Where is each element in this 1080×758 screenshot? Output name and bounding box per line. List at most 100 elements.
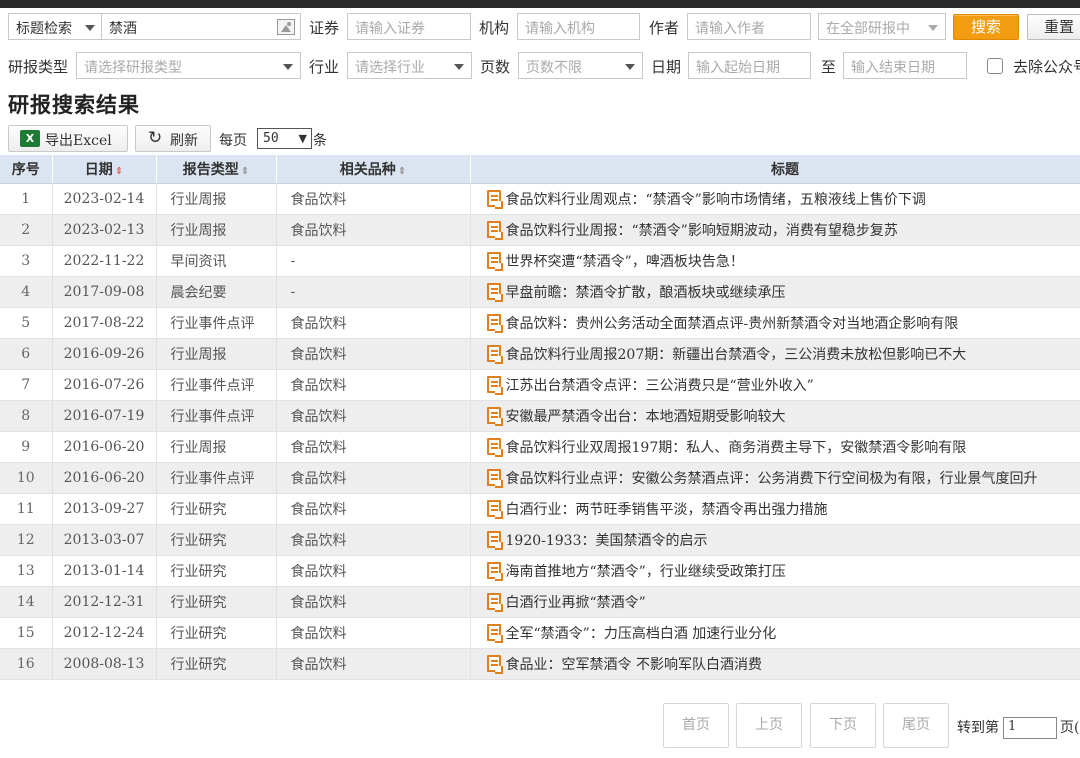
- row-title-cell[interactable]: 世界杯突遭“禁酒令”，啤酒板块告急！: [470, 245, 1080, 277]
- per-page-select[interactable]: 50 ▼: [257, 128, 312, 149]
- table-row[interactable]: 11 2013-09-27 行业研究 食品饮料 白酒行业：两节旺季销售平淡，禁酒令再出强…: [0, 493, 1080, 525]
- table-row[interactable]: 14 2012-12-31 行业研究 食品饮料 白酒行业再掀“禁酒令”: [0, 586, 1080, 618]
- row-title-cell[interactable]: 食品饮料：贵州公务活动全面禁酒点评-贵州新禁酒令对当地酒企影响有限: [470, 307, 1080, 339]
- row-title-cell[interactable]: 江苏出台禁酒令点评：三公消费只是“营业外收入”: [470, 369, 1080, 401]
- row-title[interactable]: 世界杯突遭“禁酒令”，啤酒板块告急！: [506, 254, 744, 270]
- row-title[interactable]: 海南首推地方“禁酒令”，行业继续受政策打压: [506, 564, 786, 580]
- table-row[interactable]: 16 2008-08-13 行业研究 食品饮料 食品业：空军禁酒令 不影响军队白酒消费: [0, 648, 1080, 680]
- org-input[interactable]: 请输入机构: [517, 13, 640, 40]
- report-type-select[interactable]: 请选择研报类型: [76, 52, 301, 79]
- table-row[interactable]: 8 2016-07-19 行业事件点评 食品饮料 安徽最严禁酒令出台：本地酒短期受影响较…: [0, 400, 1080, 432]
- row-title-cell[interactable]: 海南首推地方“禁酒令”，行业继续受政策打压: [470, 555, 1080, 587]
- table-row[interactable]: 13 2013-01-14 行业研究 食品饮料 海南首推地方“禁酒令”，行业继续受政策打…: [0, 555, 1080, 587]
- row-title[interactable]: 早盘前瞻：禁酒令扩散，酿酒板块或继续承压: [506, 285, 786, 301]
- document-icon: [486, 561, 503, 581]
- table-row[interactable]: 7 2016-07-26 行业事件点评 食品饮料 江苏出台禁酒令点评：三公消费只是“营业…: [0, 369, 1080, 401]
- scope-value: 在全部研报中: [826, 21, 910, 37]
- row-index: 13: [0, 555, 53, 587]
- row-title[interactable]: 食品饮料行业双周报197期：私人、商务消费主导下，安徽禁酒令影响有限: [506, 440, 967, 456]
- security-input[interactable]: 请输入证券: [347, 13, 471, 40]
- export-excel-button[interactable]: X 导出Excel: [8, 125, 128, 152]
- row-title[interactable]: 安徽最严禁酒令出台：本地酒短期受影响较大: [506, 409, 786, 425]
- row-title-cell[interactable]: 安徽最严禁酒令出台：本地酒短期受影响较大: [470, 400, 1080, 432]
- filter-row: 研报类型 请选择研报类型 行业 请选择行业 页数 页数不限 日期 输入起始日期 …: [0, 52, 1080, 82]
- row-date: 2013-09-27: [52, 493, 157, 525]
- row-title[interactable]: 全军“禁酒令”：力压高档白酒 加速行业分化: [506, 626, 777, 642]
- row-title-cell[interactable]: 1920-1933：美国禁酒令的启示: [470, 524, 1080, 556]
- row-title[interactable]: 食品饮料行业周报：“禁酒令”影响短期波动，消费有望稳步复苏: [506, 223, 898, 239]
- document-icon: [486, 499, 503, 519]
- row-index: 7: [0, 369, 53, 401]
- author-input[interactable]: 请输入作者: [687, 13, 811, 40]
- chevron-down-icon: [454, 64, 464, 70]
- refresh-button[interactable]: ↻ 刷新: [135, 125, 211, 152]
- reset-button[interactable]: 重置: [1027, 14, 1080, 40]
- first-page-button[interactable]: 首页: [663, 703, 729, 748]
- prev-page-button[interactable]: 上页: [736, 703, 802, 748]
- row-title-cell[interactable]: 早盘前瞻：禁酒令扩散，酿酒板块或继续承压: [470, 276, 1080, 308]
- row-title[interactable]: 食品饮料行业周报207期：新疆出台禁酒令，三公消费未放松但影响已不大: [506, 347, 967, 363]
- row-title[interactable]: 江苏出台禁酒令点评：三公消费只是“营业外收入”: [506, 378, 814, 394]
- last-page-button[interactable]: 尾页: [883, 703, 949, 748]
- row-title-cell[interactable]: 食品业：空军禁酒令 不影响军队白酒消费: [470, 648, 1080, 680]
- table-row[interactable]: 3 2022-11-22 早间资讯 - 世界杯突遭“禁酒令”，啤酒板块告急！: [0, 245, 1080, 277]
- row-title[interactable]: 白酒行业：两节旺季销售平淡，禁酒令再出强力措施: [506, 502, 828, 518]
- author-placeholder: 请输入作者: [695, 21, 765, 37]
- exclude-checkbox[interactable]: [987, 58, 1003, 74]
- search-input[interactable]: 禁酒: [101, 13, 301, 40]
- end-date-input[interactable]: 输入结束日期: [843, 52, 967, 79]
- document-icon: [486, 189, 503, 209]
- security-label: 证券: [309, 19, 340, 37]
- col-header-date[interactable]: 日期 ⇕: [52, 155, 157, 184]
- row-title-cell[interactable]: 食品饮料行业周报207期：新疆出台禁酒令，三公消费未放松但影响已不大: [470, 338, 1080, 370]
- table-row[interactable]: 5 2017-08-22 行业事件点评 食品饮料 食品饮料：贵州公务活动全面禁酒点评-贵…: [0, 307, 1080, 339]
- row-title[interactable]: 1920-1933：美国禁酒令的启示: [506, 533, 708, 549]
- sort-icon: ⇕: [397, 165, 407, 177]
- image-icon[interactable]: [277, 19, 295, 35]
- row-title-cell[interactable]: 白酒行业再掀“禁酒令”: [470, 586, 1080, 618]
- row-title-cell[interactable]: 白酒行业：两节旺季销售平淡，禁酒令再出强力措施: [470, 493, 1080, 525]
- row-title[interactable]: 白酒行业再掀“禁酒令”: [506, 595, 646, 611]
- document-icon: [486, 654, 503, 674]
- next-page-button[interactable]: 下页: [810, 703, 876, 748]
- row-title[interactable]: 食品业：空军禁酒令 不影响军队白酒消费: [506, 657, 762, 673]
- search-keyword: 禁酒: [109, 21, 137, 37]
- col-header-type[interactable]: 报告类型 ⇕: [156, 155, 277, 184]
- table-row[interactable]: 1 2023-02-14 行业周报 食品饮料 食品饮料行业周观点：“禁酒令”影响市场情绪…: [0, 183, 1080, 215]
- search-type-select[interactable]: 标题检索: [8, 13, 103, 40]
- row-title-cell[interactable]: 食品饮料行业双周报197期：私人、商务消费主导下，安徽禁酒令影响有限: [470, 431, 1080, 463]
- search-button[interactable]: 搜索: [953, 14, 1019, 40]
- row-title-cell[interactable]: 食品饮料行业点评：安徽公务禁酒点评：公务消费下行空间极为有限，行业景气度回升: [470, 462, 1080, 494]
- row-title[interactable]: 食品饮料行业点评：安徽公务禁酒点评：公务消费下行空间极为有限，行业景气度回升: [506, 471, 1038, 487]
- table-row[interactable]: 10 2016-06-20 行业事件点评 食品饮料 食品饮料行业点评：安徽公务禁酒点评：…: [0, 462, 1080, 494]
- industry-select[interactable]: 请选择行业: [347, 52, 472, 79]
- col-header-idx: 序号: [0, 155, 53, 184]
- row-title-cell[interactable]: 食品饮料行业周观点：“禁酒令”影响市场情绪，五粮液线上售价下调: [470, 183, 1080, 215]
- row-variety: 食品饮料: [276, 307, 471, 339]
- security-placeholder: 请输入证券: [355, 21, 425, 37]
- table-row[interactable]: 2 2023-02-13 行业周报 食品饮料 食品饮料行业周报：“禁酒令”影响短期波动，…: [0, 214, 1080, 246]
- document-icon: [486, 468, 503, 488]
- table-row[interactable]: 9 2016-06-20 行业周报 食品饮料 食品饮料行业双周报197期：私人、商务消费…: [0, 431, 1080, 463]
- table-row[interactable]: 15 2012-12-24 行业研究 食品饮料 全军“禁酒令”：力压高档白酒 加速行业分…: [0, 617, 1080, 649]
- pages-select[interactable]: 页数不限: [518, 52, 643, 79]
- table-row[interactable]: 4 2017-09-08 晨会纪要 - 早盘前瞻：禁酒令扩散，酿酒板块或继续承压: [0, 276, 1080, 308]
- row-variety: 食品饮料: [276, 400, 471, 432]
- table-row[interactable]: 12 2013-03-07 行业研究 食品饮料 1920-1933：美国禁酒令的启示: [0, 524, 1080, 556]
- row-title[interactable]: 食品饮料：贵州公务活动全面禁酒点评-贵州新禁酒令对当地酒企影响有限: [506, 316, 959, 332]
- document-icon: [486, 313, 503, 333]
- chevron-down-icon: [625, 64, 635, 70]
- row-title-cell[interactable]: 食品饮料行业周报：“禁酒令”影响短期波动，消费有望稳步复苏: [470, 214, 1080, 246]
- row-title[interactable]: 食品饮料行业周观点：“禁酒令”影响市场情绪，五粮液线上售价下调: [506, 192, 926, 208]
- row-date: 2016-09-26: [52, 338, 157, 370]
- scope-select[interactable]: 在全部研报中: [818, 13, 946, 40]
- col-header-variety[interactable]: 相关品种 ⇕: [276, 155, 471, 184]
- document-icon: [486, 530, 503, 550]
- table-row[interactable]: 6 2016-09-26 行业周报 食品饮料 食品饮料行业周报207期：新疆出台禁酒令，…: [0, 338, 1080, 370]
- chevron-down-icon: ▼: [298, 132, 307, 145]
- report-type-label: 研报类型: [8, 58, 69, 76]
- row-index: 15: [0, 617, 53, 649]
- goto-page-input[interactable]: 1: [1003, 717, 1057, 739]
- start-date-input[interactable]: 输入起始日期: [688, 52, 811, 79]
- row-title-cell[interactable]: 全军“禁酒令”：力压高档白酒 加速行业分化: [470, 617, 1080, 649]
